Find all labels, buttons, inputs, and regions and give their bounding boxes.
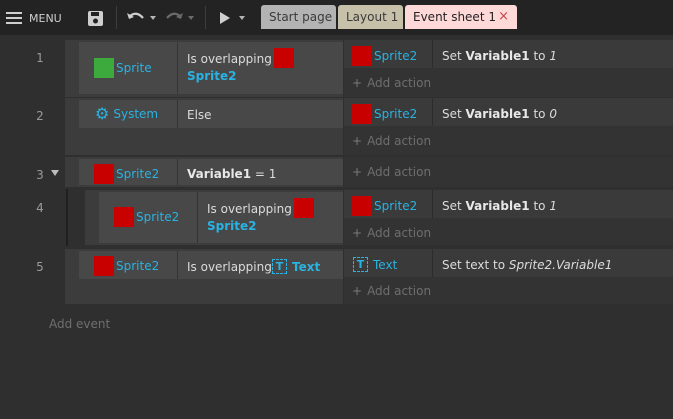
add-action-button[interactable]: + Add action — [352, 76, 431, 90]
condition-object[interactable]: ⚙ System — [95, 106, 158, 122]
action-object[interactable]: Sprite2 — [352, 104, 417, 124]
plus-icon: + — [352, 284, 363, 298]
action-text[interactable]: Set Variable1 to 0 — [442, 106, 557, 123]
add-action-button[interactable]: + Add action — [352, 284, 431, 298]
toolbar-separator — [205, 6, 206, 29]
gear-icon: ⚙ — [95, 104, 110, 123]
condition-text[interactable]: Is overlapping Sprite2 — [207, 198, 314, 235]
tab-start-page[interactable]: Start page — [261, 5, 336, 29]
sprite2-icon — [352, 104, 372, 124]
plus-icon: + — [352, 134, 363, 148]
save-icon — [88, 10, 103, 26]
tab-layout-1[interactable]: Layout 1 — [338, 5, 403, 29]
condition-text[interactable]: Variable1 = 1 — [187, 166, 276, 183]
redo-button[interactable] — [164, 9, 194, 27]
redo-icon — [166, 12, 183, 19]
add-event-button[interactable]: Add event — [49, 317, 110, 331]
redo-dropdown-icon[interactable] — [188, 16, 194, 20]
condition-target[interactable]: T Text — [272, 259, 320, 274]
event-number: 5 — [36, 260, 44, 274]
action-object[interactable]: T Text — [353, 257, 397, 272]
condition-object[interactable]: Sprite2 — [114, 207, 179, 227]
text-object-icon: T — [353, 257, 368, 272]
sprite-icon — [94, 58, 114, 78]
sprite2-icon — [352, 196, 372, 216]
sprite2-icon — [352, 46, 372, 66]
preview-button[interactable] — [219, 9, 245, 27]
action-text[interactable]: Set Variable1 to 1 — [442, 198, 557, 215]
tab-event-sheet-1[interactable]: Event sheet 1 × — [405, 5, 517, 29]
plus-icon: + — [352, 76, 363, 90]
sprite2-icon — [293, 198, 314, 218]
add-action-button[interactable]: + Add action — [352, 134, 431, 148]
text-object-icon: T — [272, 259, 287, 274]
play-icon — [220, 12, 230, 24]
plus-icon: + — [352, 165, 363, 179]
condition-text[interactable]: Else — [187, 107, 212, 124]
condition-object[interactable]: Sprite — [94, 58, 152, 78]
event-number: 3 — [36, 168, 44, 182]
menu-button[interactable]: MENU — [6, 9, 62, 27]
collapse-arrow-icon[interactable] — [51, 170, 59, 176]
toolbar-separator — [116, 6, 117, 29]
undo-button[interactable] — [126, 9, 156, 27]
preview-dropdown-icon[interactable] — [239, 16, 245, 20]
sprite2-icon — [94, 256, 114, 276]
save-button[interactable] — [87, 9, 104, 27]
sprite2-icon — [114, 207, 134, 227]
condition-text[interactable]: Is overlapping Sprite2 — [187, 48, 294, 85]
action-object[interactable]: Sprite2 — [352, 196, 417, 216]
condition-object[interactable]: Sprite2 — [94, 256, 159, 276]
event-number: 2 — [36, 109, 44, 123]
event-number: 1 — [36, 51, 44, 65]
condition-text[interactable]: Is overlapping — [187, 259, 272, 276]
plus-icon: + — [352, 226, 363, 240]
action-object[interactable]: Sprite2 — [352, 46, 417, 66]
sprite2-icon — [273, 48, 294, 68]
add-action-button[interactable]: + Add action — [352, 165, 431, 179]
undo-icon — [127, 12, 144, 19]
add-action-button[interactable]: + Add action — [352, 226, 431, 240]
event-number: 4 — [36, 201, 44, 215]
sprite2-icon — [94, 164, 114, 184]
sub-event-indent — [66, 189, 68, 246]
menu-label: MENU — [29, 11, 62, 25]
toolbar: MENU Start page Layout 1 Event sheet 1 × — [0, 0, 673, 35]
condition-object[interactable]: Sprite2 — [94, 164, 159, 184]
action-text[interactable]: Set Variable1 to 1 — [442, 48, 557, 65]
close-icon[interactable]: × — [498, 5, 509, 29]
undo-dropdown-icon[interactable] — [150, 16, 156, 20]
event-sheet: 1 Sprite Is overlapping Sprite2 Sprite2 … — [0, 35, 673, 419]
action-text[interactable]: Set text to Sprite2.Variable1 — [442, 257, 612, 274]
hamburger-icon — [6, 12, 22, 24]
